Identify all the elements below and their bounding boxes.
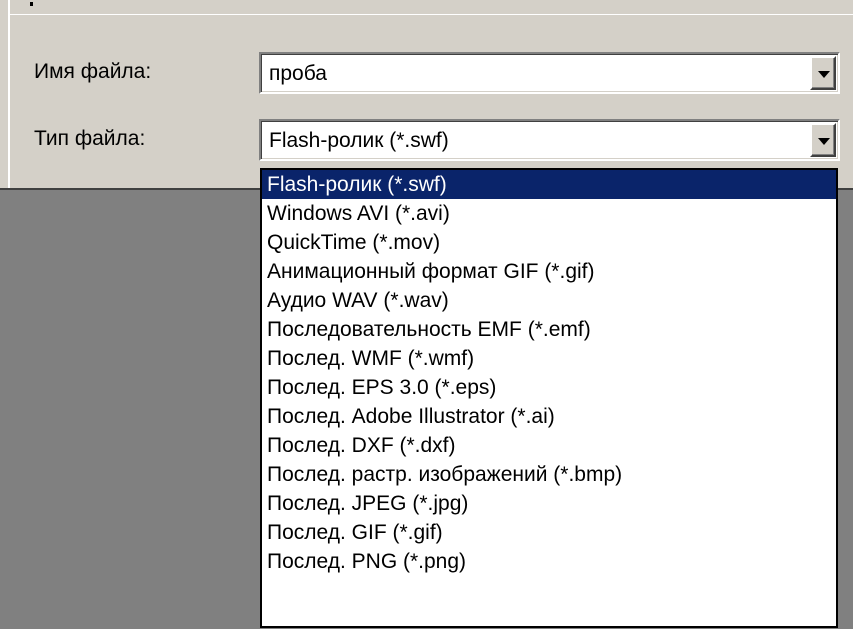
filename-dropdown-button[interactable] <box>810 56 836 90</box>
filetype-dropdown-button[interactable] <box>810 123 836 157</box>
filetype-option[interactable]: Аудио WAV (*.wav) <box>262 286 836 315</box>
save-dialog-panel <box>8 0 853 190</box>
filetype-option[interactable]: Анимационный формат GIF (*.gif) <box>262 257 836 286</box>
chevron-down-icon <box>818 138 830 145</box>
filetype-option[interactable]: Послед. GIF (*.gif) <box>262 518 836 547</box>
chevron-down-icon <box>818 71 830 78</box>
filetype-option[interactable]: Послед. PNG (*.png) <box>262 547 836 576</box>
filetype-option[interactable]: Послед. растр. изображений (*.bmp) <box>262 460 836 489</box>
filetype-value[interactable]: Flash-ролик (*.swf) <box>269 129 449 153</box>
filetype-option[interactable]: Послед. JPEG (*.jpg) <box>262 489 836 518</box>
filetype-option[interactable]: Windows AVI (*.avi) <box>262 199 836 228</box>
filetype-option[interactable]: QuickTime (*.mov) <box>262 228 836 257</box>
filename-label: Имя файла: <box>34 60 152 83</box>
filetype-option[interactable]: Послед. Adobe Illustrator (*.ai) <box>262 402 836 431</box>
filename-combobox[interactable]: проба <box>259 52 840 94</box>
filetype-label: Тип файла: <box>34 127 146 150</box>
filetype-option[interactable]: Flash-ролик (*.swf) <box>262 170 836 199</box>
panel-divider <box>8 14 853 15</box>
filetype-option[interactable]: Послед. DXF (*.dxf) <box>262 431 836 460</box>
filename-input[interactable]: проба <box>269 62 327 86</box>
filetype-combobox[interactable]: Flash-ролик (*.swf) <box>259 119 840 161</box>
filetype-option[interactable]: Последовательность EMF (*.emf) <box>262 315 836 344</box>
filetype-option[interactable]: Послед. EPS 3.0 (*.eps) <box>262 373 836 402</box>
panel-corner-mark <box>30 2 33 6</box>
filetype-dropdown-list[interactable]: Flash-ролик (*.swf) Windows AVI (*.avi) Qu… <box>260 168 838 628</box>
filetype-option[interactable]: Послед. WMF (*.wmf) <box>262 344 836 373</box>
